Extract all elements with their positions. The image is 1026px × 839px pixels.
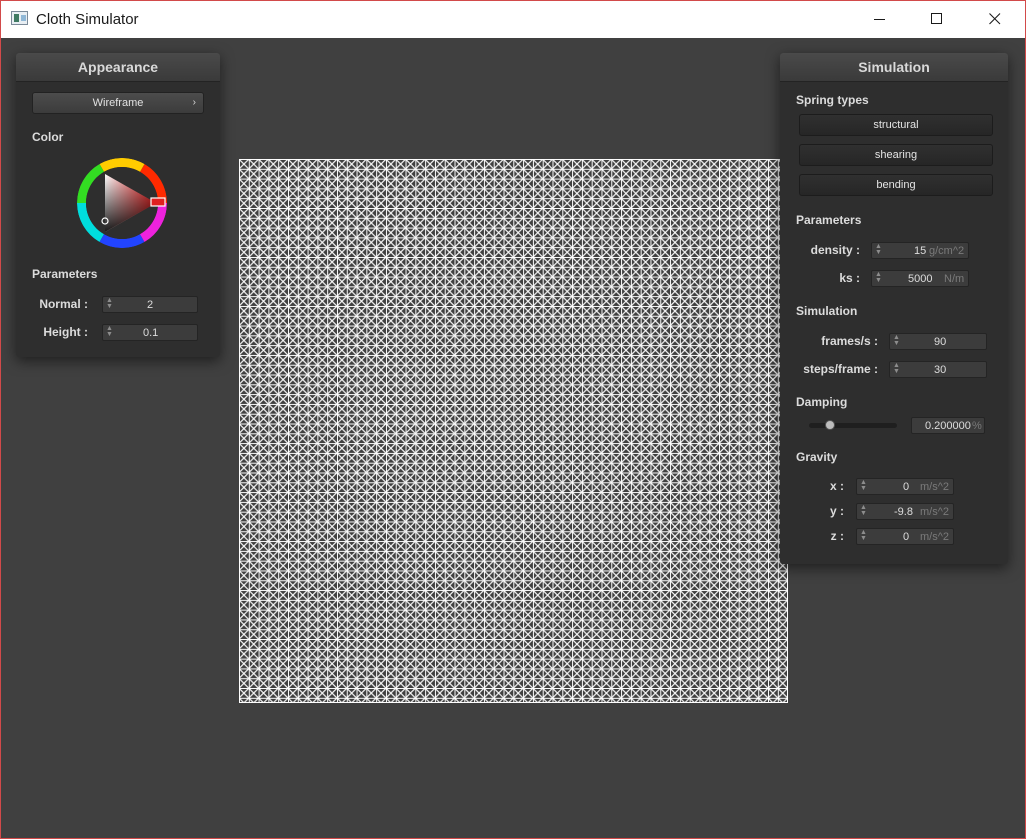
simulation-panel-title[interactable]: Simulation [780,53,1008,82]
spinner-icon[interactable]: ▲ ▼ [893,334,900,347]
spinner-icon[interactable]: ▲ ▼ [860,504,867,517]
ks-input[interactable]: ▲ ▼ 5000 N/m [871,270,969,287]
damping-slider[interactable] [809,420,897,430]
gravity-x-label: x : [829,479,844,493]
height-input[interactable]: ▲ ▼ 0.1 [102,324,198,341]
gravity-label: Gravity [796,450,838,464]
gravity-x-input[interactable]: ▲ ▼ 0 m/s^2 [856,478,954,495]
structural-toggle[interactable]: structural [799,114,993,136]
spinner-icon[interactable]: ▲ ▼ [875,271,882,284]
simulation-section-label: Simulation [796,304,858,318]
gravity-y-input[interactable]: ▲ ▼ -9.8 m/s^2 [856,503,954,520]
cloth-wireframe-mesh[interactable] [239,159,788,703]
damping-slider-handle[interactable] [824,420,835,430]
shearing-toggle[interactable]: shearing [799,144,993,166]
spinner-icon[interactable]: ▲ ▼ [860,479,867,492]
normal-input[interactable]: ▲ ▼ 2 [102,296,198,313]
appearance-panel: Appearance Wireframe › Color Parameters … [16,53,220,357]
spinner-icon[interactable]: ▲ ▼ [106,325,113,338]
minimize-button[interactable] [857,1,903,38]
color-wheel-picker[interactable] [74,155,170,251]
frames-input[interactable]: ▲ ▼ 90 [889,333,987,350]
maximize-button[interactable] [914,1,960,38]
title-bar: Cloth Simulator [1,1,1025,38]
chevron-right-icon: › [192,97,196,108]
ks-label: ks : [839,271,860,285]
normal-label: Normal : [39,297,88,311]
bending-toggle[interactable]: bending [799,174,993,196]
spring-types-label: Spring types [796,93,869,107]
hue-marker[interactable] [150,197,166,207]
spinner-icon[interactable]: ▲ ▼ [893,362,900,375]
steps-label: steps/frame : [803,362,878,376]
damping-label: Damping [796,395,848,409]
close-button[interactable] [972,1,1018,38]
density-label: density : [810,243,860,257]
steps-input[interactable]: ▲ ▼ 30 [889,361,987,378]
frames-label: frames/s : [821,334,878,348]
height-label: Height : [43,325,88,339]
shader-dropdown-value: Wireframe [92,97,144,109]
appearance-panel-title[interactable]: Appearance [16,53,220,82]
app-window: Cloth Simulator Appearance Wireframe › C… [0,0,1026,839]
appearance-parameters-label: Parameters [32,267,98,281]
app-icon [11,11,28,25]
color-label: Color [32,130,64,144]
close-icon [989,13,1001,25]
spinner-icon[interactable]: ▲ ▼ [106,297,113,310]
spinner-icon[interactable]: ▲ ▼ [860,529,867,542]
sim-parameters-label: Parameters [796,213,862,227]
simulation-panel: Simulation Spring types structural shear… [780,53,1008,564]
damping-input[interactable]: 0.200000 % [911,417,985,434]
gravity-y-label: y : [829,504,844,518]
shader-dropdown[interactable]: Wireframe › [32,92,204,114]
gravity-z-label: z : [830,529,844,543]
minimize-icon [874,19,885,20]
spinner-icon[interactable]: ▲ ▼ [875,243,882,256]
window-title: Cloth Simulator [36,11,139,28]
gravity-z-input[interactable]: ▲ ▼ 0 m/s^2 [856,528,954,545]
maximize-icon [931,13,942,24]
density-input[interactable]: ▲ ▼ 15 g/cm^2 [871,242,969,259]
